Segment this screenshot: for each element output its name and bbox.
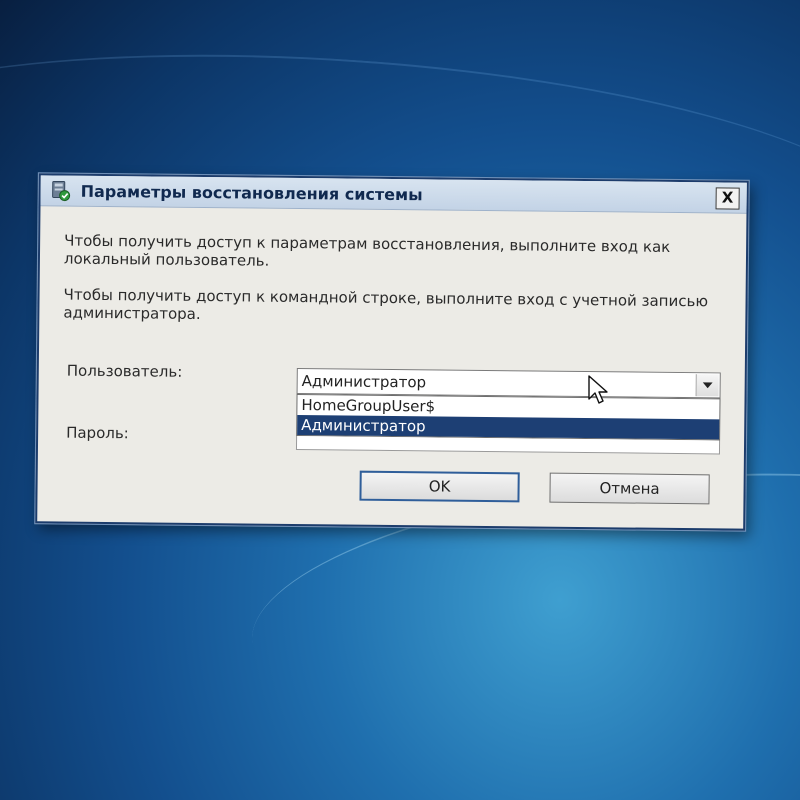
password-label: Пароль: — [66, 423, 129, 443]
cancel-button[interactable]: Отмена — [549, 472, 710, 505]
user-combobox-value: Администратор — [301, 372, 427, 392]
user-label: Пользователь: — [66, 361, 183, 381]
command-prompt-access-message: Чтобы получить доступ к командной строке… — [63, 285, 709, 323]
mouse-pointer-icon — [588, 375, 608, 404]
dropdown-button[interactable] — [695, 374, 719, 397]
user-dropdown-list: HomeGroupUser$ Администратор — [296, 394, 721, 441]
close-button[interactable]: X — [715, 187, 740, 210]
system-recovery-options-dialog: Параметры восстановления системы X Чтобы… — [35, 173, 749, 531]
dialog-title: Параметры восстановления системы — [80, 181, 423, 205]
recovery-access-message: Чтобы получить доступ к параметрам восст… — [63, 231, 671, 270]
chevron-down-icon — [702, 382, 713, 389]
ok-button[interactable]: OK — [359, 470, 520, 503]
title-bar[interactable]: Параметры восстановления системы X — [40, 175, 747, 214]
system-recovery-icon — [50, 179, 72, 202]
